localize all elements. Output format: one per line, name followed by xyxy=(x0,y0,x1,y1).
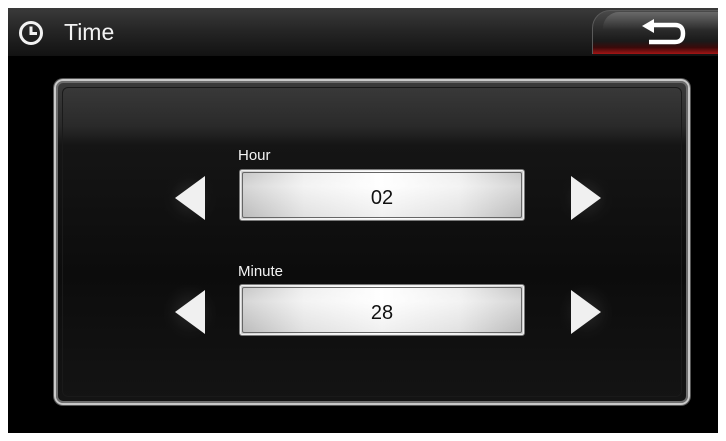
time-settings-panel: Hour 02 Minute 28 xyxy=(54,79,690,405)
return-arrow-icon xyxy=(642,19,686,45)
page-title: Time xyxy=(64,19,115,45)
minute-value: 28 xyxy=(370,302,394,324)
title-bar: Time xyxy=(8,8,718,57)
hour-value-inner: 02 xyxy=(242,172,522,218)
hour-value-field[interactable]: 02 xyxy=(239,169,525,221)
clock-icon xyxy=(19,21,43,45)
left-arrow-icon xyxy=(175,290,205,334)
right-arrow-icon xyxy=(571,176,601,220)
minute-value-inner: 28 xyxy=(242,287,522,333)
minute-value-field[interactable]: 28 xyxy=(239,284,525,336)
right-arrow-icon xyxy=(571,290,601,334)
minute-increment-button[interactable] xyxy=(560,285,612,339)
hour-decrement-button[interactable] xyxy=(164,171,216,225)
hour-value: 02 xyxy=(370,187,394,209)
hour-label: Hour xyxy=(238,147,271,164)
back-button[interactable] xyxy=(592,10,718,54)
left-arrow-icon xyxy=(175,176,205,220)
hour-increment-button[interactable] xyxy=(560,171,612,225)
panel-inner xyxy=(62,87,682,397)
screen: Time Hour 02 Minute 28 xyxy=(8,8,718,433)
minute-decrement-button[interactable] xyxy=(164,285,216,339)
minute-label: Minute xyxy=(238,263,284,280)
